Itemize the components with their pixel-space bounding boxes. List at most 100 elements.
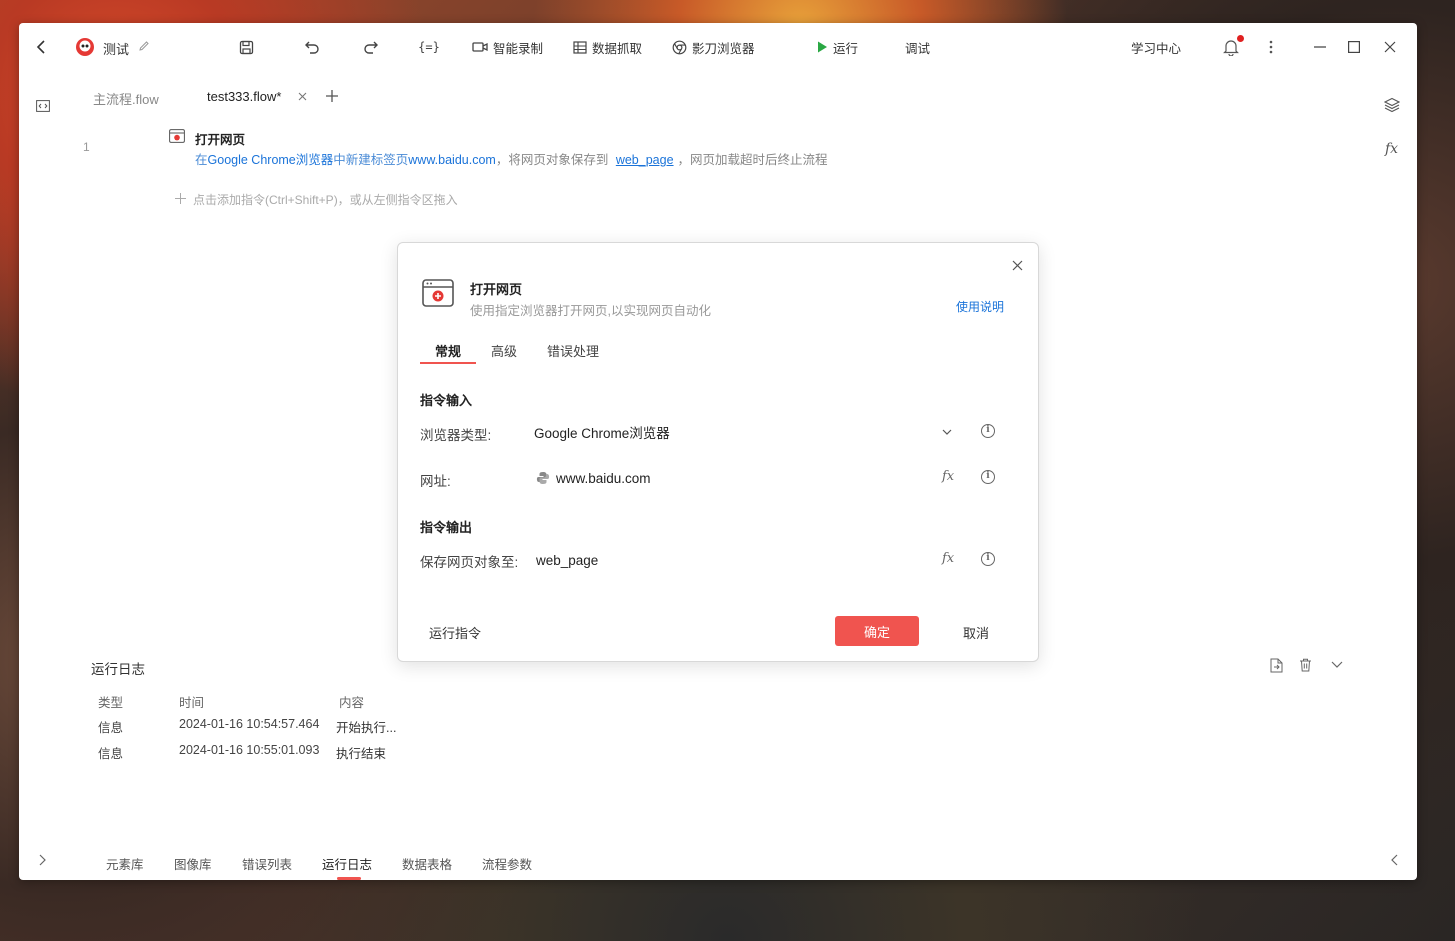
save-fx-icon[interactable]: fx — [942, 551, 954, 566]
video-camera-icon — [472, 41, 488, 53]
log-row-1-type: 信息 — [98, 721, 124, 735]
tab-element-library[interactable]: 元素库 — [106, 854, 144, 873]
python-icon — [536, 471, 550, 485]
close-tab-icon[interactable] — [295, 89, 309, 103]
tab-test333-flow[interactable]: test333.flow* — [207, 89, 281, 104]
play-icon — [817, 41, 828, 53]
app-logo-icon — [75, 37, 95, 57]
smart-record-label: 智能录制 — [493, 41, 544, 56]
learning-center-link[interactable]: 学习中心 — [1131, 37, 1181, 57]
log-header-time: 时间 — [179, 696, 205, 710]
export-log-icon[interactable] — [1268, 657, 1284, 673]
smart-record-button[interactable]: 智能录制 — [472, 37, 543, 57]
run-command-button[interactable]: 运行指令 — [429, 623, 481, 642]
dialog-tab-advanced[interactable]: 高级 — [491, 341, 517, 360]
edit-pencil-icon[interactable] — [137, 39, 151, 53]
url-input[interactable]: www.baidu.com — [528, 463, 958, 493]
tab-flow-params[interactable]: 流程参数 — [482, 854, 532, 873]
close-dialog-icon[interactable] — [1009, 257, 1025, 273]
app-title[interactable]: 测试 — [103, 39, 129, 58]
browser-icon — [672, 40, 687, 55]
data-scrape-button[interactable]: 数据抓取 — [573, 37, 642, 57]
debug-label: 调试 — [905, 41, 931, 56]
minimize-icon[interactable] — [1311, 37, 1329, 57]
save-object-label: 保存网页对象至: — [420, 555, 519, 570]
browser-type-info-icon[interactable]: i — [981, 424, 995, 438]
trash-icon[interactable] — [1297, 657, 1313, 673]
input-section-title: 指令输入 — [420, 393, 473, 408]
tab-error-list[interactable]: 错误列表 — [242, 854, 292, 873]
output-section-title: 指令输出 — [420, 520, 473, 535]
browser-type-value: Google Chrome浏览器 — [534, 426, 670, 441]
back-arrow-icon[interactable] — [33, 37, 49, 57]
open-webpage-dialog: 打开网页 使用指定浏览器打开网页,以实现网页自动化 使用说明 常规 高级 错误处… — [397, 242, 1039, 662]
confirm-button[interactable]: 确定 — [835, 616, 919, 646]
desc-text-3: ，将网页对象保存到 — [495, 153, 609, 167]
dialog-title: 打开网页 — [470, 282, 523, 297]
tab-main-flow[interactable]: 主流程.flow — [93, 89, 159, 108]
notification-dot — [1237, 35, 1244, 42]
save-object-value: web_page — [536, 552, 599, 568]
cancel-button[interactable]: 取消 — [963, 623, 989, 642]
run-label: 运行 — [833, 41, 859, 56]
debug-button[interactable]: 调试 — [905, 37, 930, 57]
log-row-1-content: 开始执行... — [336, 721, 397, 735]
learning-center-label: 学习中心 — [1131, 41, 1182, 56]
tab-data-table[interactable]: 数据表格 — [402, 854, 452, 873]
desc-text-2: 中新建标签页 — [333, 153, 409, 167]
log-row-2-time: 2024-01-16 10:55:01.093 — [179, 743, 320, 757]
add-command-hint[interactable]: 点击添加指令(Ctrl+Shift+P)，或从左侧指令区拖入 — [193, 191, 458, 208]
undo-icon[interactable] — [303, 37, 321, 57]
run-button[interactable]: 运行 — [817, 37, 858, 57]
step-title[interactable]: 打开网页 — [195, 129, 245, 148]
desc-browser: Google Chrome浏览器 — [207, 153, 334, 167]
line-number: 1 — [83, 140, 90, 154]
active-tab-indicator — [337, 877, 361, 880]
url-info-icon[interactable]: i — [981, 470, 995, 484]
code-panel-icon[interactable] — [35, 98, 51, 114]
log-header-content: 内容 — [339, 696, 365, 710]
layers-icon[interactable] — [1383, 96, 1401, 114]
dialog-webpage-icon — [422, 279, 454, 307]
log-row-1-time: 2024-01-16 10:54:57.464 — [179, 717, 320, 731]
expand-right-panel-icon[interactable] — [1387, 852, 1401, 868]
chevron-down-icon — [942, 429, 952, 435]
log-header-type: 类型 — [98, 696, 124, 710]
dialog-tab-general[interactable]: 常规 — [435, 341, 461, 360]
function-fx-icon[interactable]: fx — [1385, 141, 1398, 157]
collapse-chevron-icon[interactable] — [1329, 657, 1345, 673]
help-link[interactable]: 使用说明 — [956, 298, 1004, 315]
browser-type-select[interactable]: Google Chrome浏览器 — [528, 417, 958, 447]
log-title: 运行日志 — [91, 662, 145, 677]
save-object-input[interactable]: web_page — [528, 545, 958, 575]
desc-text-1: 在 — [195, 153, 208, 167]
open-webpage-step-icon — [169, 129, 185, 143]
table-grid-icon — [573, 40, 587, 54]
redo-icon[interactable] — [362, 37, 380, 57]
save-icon[interactable] — [237, 37, 255, 57]
url-label: 网址: — [420, 474, 451, 489]
browser-label: 影刀浏览器 — [692, 41, 755, 56]
browser-button[interactable]: 影刀浏览器 — [672, 37, 755, 57]
add-command-plus-icon[interactable] — [173, 191, 187, 205]
desc-url: www.baidu.com — [408, 153, 496, 167]
dialog-tab-error-handling[interactable]: 错误处理 — [547, 341, 599, 360]
log-row-2-content: 执行结束 — [336, 747, 387, 761]
desc-text-4: ，网页加载超时后终止流程 — [677, 153, 828, 167]
more-vertical-icon[interactable] — [1263, 37, 1279, 57]
tab-run-log[interactable]: 运行日志 — [322, 854, 372, 873]
expand-left-panel-icon[interactable] — [35, 852, 49, 868]
tab-image-library[interactable]: 图像库 — [174, 854, 212, 873]
data-scrape-label: 数据抓取 — [592, 41, 643, 56]
close-window-icon[interactable] — [1381, 37, 1399, 57]
log-row-2-type: 信息 — [98, 747, 124, 761]
variables-icon[interactable]: {=} — [418, 37, 440, 57]
browser-type-label: 浏览器类型: — [420, 428, 492, 443]
maximize-icon[interactable] — [1345, 37, 1363, 57]
save-info-icon[interactable]: i — [981, 552, 995, 566]
desc-var: web_page — [615, 153, 674, 167]
url-fx-icon[interactable]: fx — [942, 469, 954, 484]
add-tab-icon[interactable] — [323, 87, 341, 105]
step-description[interactable]: 在Google Chrome浏览器中新建标签页www.baidu.com，将网页… — [195, 149, 828, 168]
dialog-subtitle: 使用指定浏览器打开网页,以实现网页自动化 — [470, 304, 711, 318]
